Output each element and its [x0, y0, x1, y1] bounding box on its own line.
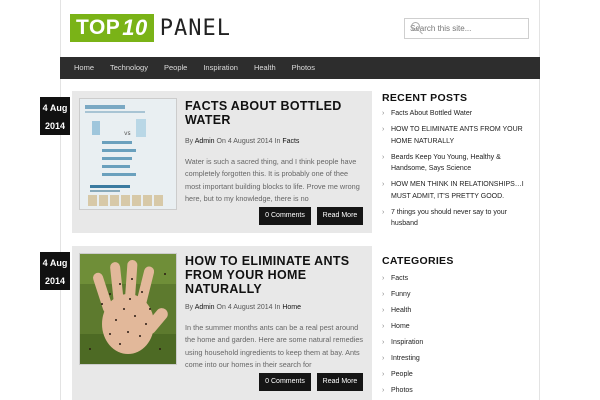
arrow-right-icon: › [382, 181, 385, 188]
arrow-right-icon: › [382, 275, 385, 282]
post-excerpt: Water is such a sacred thing, and I thin… [185, 157, 360, 203]
post-title[interactable]: How To Eliminate Ants From Your Home Nat… [185, 254, 365, 296]
comments-button[interactable]: 0 Comments [259, 373, 311, 391]
categories-list: › Facts › Funny › Health › Home › Inspiration… [382, 273, 532, 400]
post-meta-by: By [185, 138, 194, 145]
nav-item-people[interactable]: People [156, 57, 195, 79]
post-meta-on: On 4 August 2014 In [216, 304, 281, 311]
recent-posts-heading: RECENT POSTS [382, 92, 468, 104]
logo-badge: TOP 10 [70, 14, 154, 42]
post-thumbnail-hand-ants[interactable] [79, 253, 177, 365]
logo-panel-text: PANEL [159, 15, 232, 41]
category-link[interactable]: › Facts [382, 273, 532, 284]
post-category-link[interactable]: Facts [282, 138, 299, 145]
category-link[interactable]: › Funny [382, 289, 532, 300]
post-author-link[interactable]: Admin [195, 304, 215, 311]
arrow-right-icon: › [382, 323, 385, 330]
recent-post-title[interactable]: HOW TO ELIMINATE ANTS FROM YOUR HOME NAT… [391, 126, 523, 145]
category-label[interactable]: Funny [391, 291, 410, 298]
arrow-right-icon: › [382, 339, 385, 346]
category-label[interactable]: Intresting [391, 355, 420, 362]
post-meta-by: By [185, 304, 194, 311]
post-meta: By Admin On 4 August 2014 In Home [185, 304, 301, 311]
nav-item-photos[interactable]: Photos [284, 57, 323, 79]
recent-post-title[interactable]: 7 things you should never say to your hu… [391, 209, 507, 228]
recent-post-title[interactable]: Facts About Bottled Water [391, 110, 472, 117]
post-category-link[interactable]: Home [282, 304, 301, 311]
recent-posts-list: › Facts About Bottled Water › HOW TO ELIMI… [382, 108, 532, 234]
recent-post-link[interactable]: › Facts About Bottled Water [382, 108, 532, 120]
main-nav: Home Technology People Inspiration Healt… [60, 57, 540, 79]
post-card: vs Facts About Bottled Water By Admin On… [72, 91, 372, 233]
category-label[interactable]: Facts [391, 275, 408, 282]
category-label[interactable]: Health [391, 307, 411, 314]
post-date-day: 4 Aug [42, 258, 68, 268]
logo-top-text: TOP [76, 16, 121, 39]
arrow-right-icon: › [382, 371, 385, 378]
recent-post-title[interactable]: Beards Keep You Young, Healthy & Handsom… [391, 154, 501, 173]
post-title[interactable]: Facts About Bottled Water [185, 99, 365, 127]
site-logo[interactable]: TOP 10 PANEL [70, 14, 231, 42]
category-link[interactable]: › People [382, 369, 532, 380]
post-meta-on: On 4 August 2014 In [216, 138, 281, 145]
category-link[interactable]: › Health [382, 305, 532, 316]
arrow-right-icon: › [382, 291, 385, 298]
post-excerpt: In the summer months ants can be a real … [185, 323, 364, 369]
post-date-year: 2014 [44, 121, 66, 131]
category-link[interactable]: › Home [382, 321, 532, 332]
categories-heading: CATEGORIES [382, 255, 454, 267]
recent-post-title[interactable]: HOW MEN THINK IN RELATIONSHIPS…I MUST AD… [391, 181, 524, 200]
nav-item-technology[interactable]: Technology [102, 57, 156, 79]
arrow-right-icon: › [382, 126, 385, 133]
search-box [404, 18, 529, 39]
arrow-right-icon: › [382, 387, 385, 394]
arrow-right-icon: › [382, 307, 385, 314]
recent-post-link[interactable]: › Beards Keep You Young, Healthy & Handso… [382, 152, 532, 175]
arrow-right-icon: › [382, 110, 385, 117]
category-link[interactable]: › Photos [382, 385, 532, 396]
category-label[interactable]: People [391, 371, 413, 378]
arrow-right-icon: › [382, 153, 385, 161]
nav-item-health[interactable]: Health [246, 57, 284, 79]
category-link[interactable]: › Inspiration [382, 337, 532, 348]
post-date-badge: 4 Aug 2014 [40, 97, 70, 135]
svg-text:vs: vs [124, 130, 131, 137]
recent-post-link[interactable]: › 7 things you should never say to your h… [382, 207, 532, 230]
post-date-year: 2014 [44, 276, 66, 286]
post-card: How To Eliminate Ants From Your Home Nat… [72, 246, 372, 400]
arrow-right-icon: › [382, 208, 385, 216]
nav-item-inspiration[interactable]: Inspiration [195, 57, 246, 79]
comments-button[interactable]: 0 Comments [259, 207, 311, 225]
category-label[interactable]: Inspiration [391, 339, 423, 346]
read-more-button[interactable]: Read More [317, 207, 363, 225]
category-label[interactable]: Home [391, 323, 410, 330]
post-thumbnail-infographic[interactable]: vs [79, 98, 177, 210]
post-date-day: 4 Aug [42, 103, 68, 113]
nav-item-home[interactable]: Home [66, 57, 102, 79]
recent-post-link[interactable]: › HOW TO ELIMINATE ANTS FROM YOUR HOME NA… [382, 124, 532, 147]
post-author-link[interactable]: Admin [195, 138, 215, 145]
category-label[interactable]: Photos [391, 387, 413, 394]
recent-post-link[interactable]: › HOW MEN THINK IN RELATIONSHIPS…I MUST A… [382, 179, 532, 202]
arrow-right-icon: › [382, 355, 385, 362]
read-more-button[interactable]: Read More [317, 373, 363, 391]
category-link[interactable]: › Intresting [382, 353, 532, 364]
logo-ten-text: 10 [122, 15, 148, 40]
search-input[interactable] [408, 24, 518, 33]
post-date-badge: 4 Aug 2014 [40, 252, 70, 290]
post-meta: By Admin On 4 August 2014 In Facts [185, 138, 299, 145]
search-icon[interactable] [411, 22, 420, 31]
